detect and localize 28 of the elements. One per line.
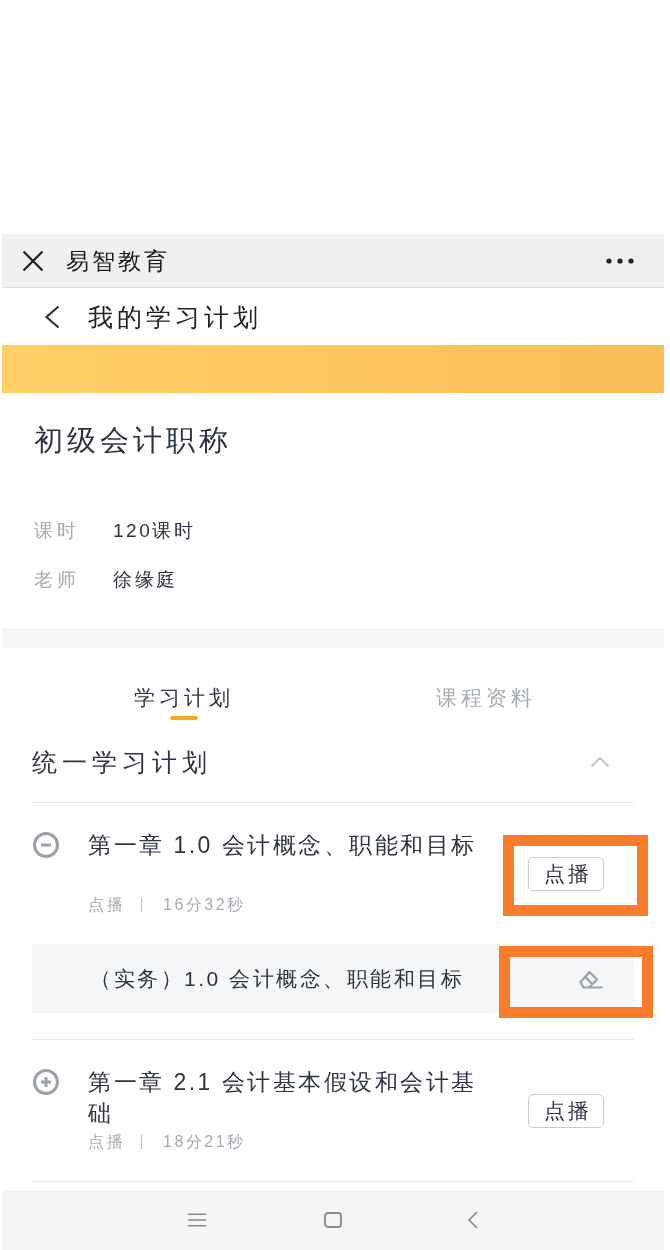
lesson-format: 点播 [88, 1132, 125, 1152]
lesson-duration: 18分21秒 [163, 1132, 246, 1152]
close-icon[interactable] [22, 249, 44, 272]
lesson-title: （实务）1.0 会计概念、职能和目标 [90, 965, 466, 992]
page-title: 我的学习计划 [88, 301, 262, 333]
info-value: 120课时 [113, 519, 196, 543]
tab[interactable]: 学习计划 [31, 648, 333, 722]
lesson-format: 点播 [88, 895, 125, 915]
chapter-title: 第一章 2.1 会计基本假设和会计基础 [88, 1068, 478, 1128]
minus-circle-icon[interactable] [33, 832, 59, 858]
info-value: 徐缘庭 [113, 568, 178, 592]
section-title: 统一学习计划 [32, 747, 212, 778]
home-icon[interactable] [324, 1212, 342, 1228]
menu-icon[interactable] [188, 1213, 206, 1227]
play-button[interactable]: 点播 [528, 857, 604, 891]
eraser-icon[interactable] [578, 968, 604, 989]
course-title: 初级会计职称 [34, 423, 232, 458]
more-icon[interactable] [606, 257, 634, 264]
info-label: 老师 [34, 569, 80, 590]
chevron-icon[interactable] [590, 756, 610, 768]
plus-circle-icon[interactable] [33, 1069, 59, 1095]
app-title: 易智教育 [66, 246, 170, 275]
lesson-row[interactable]: （实务）1.0 会计概念、职能和目标 [32, 944, 634, 1013]
chapter-title: 第一章 1.0 会计概念、职能和目标 [88, 831, 477, 860]
lesson-duration: 16分32秒 [163, 895, 246, 915]
back-icon[interactable] [44, 304, 60, 329]
info-label: 课时 [34, 520, 80, 541]
play-button[interactable]: 点播 [528, 1094, 604, 1128]
